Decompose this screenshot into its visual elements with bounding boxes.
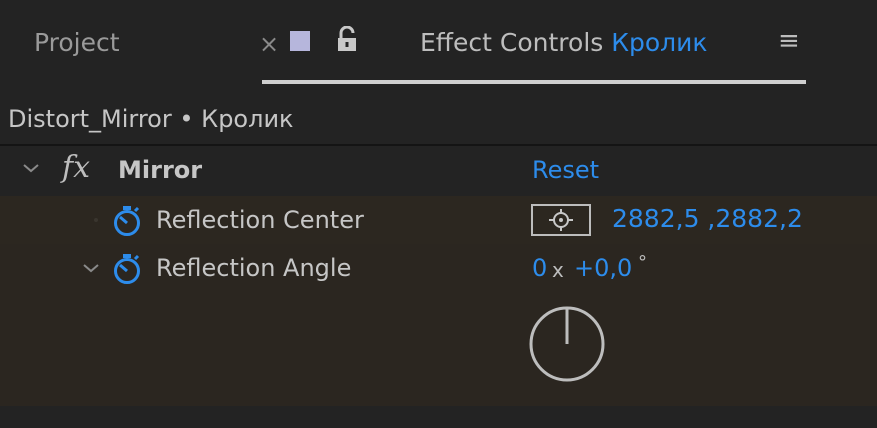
lock-icon[interactable] [336,26,358,52]
property-label: Reflection Center [156,206,364,234]
tab-project[interactable]: Project [34,28,120,57]
panel-footer [0,406,877,428]
comp-layer-breadcrumb: Distort_Mirror • Кролик [0,96,877,144]
angle-revolutions-value[interactable]: 0 [532,254,547,282]
angle-dial-icon[interactable] [527,304,607,384]
tab-bar: Project × Effect Controls Кролик ≡ [0,0,877,96]
property-row-reflection-angle: Reflection Angle 0 x +0,0 ° [0,244,877,292]
tab-effect-controls-label: Effect Controls [420,28,604,57]
chevron-down-icon[interactable] [22,162,40,174]
layer-color-swatch [290,31,310,51]
tab-layer-name: Кролик [611,28,708,57]
menu-icon[interactable]: ≡ [778,26,800,56]
angle-dial-area [0,292,877,406]
property-row-reflection-center: Reflection Center 2882,5 ,2882,2 [0,196,877,244]
reset-button[interactable]: Reset [532,156,599,184]
twirl-placeholder [94,218,98,222]
effect-name: Mirror [118,156,203,184]
active-tab-underline [262,80,806,84]
effect-controls-panel: Project × Effect Controls Кролик ≡ Disto… [0,0,877,428]
tab-effect-controls[interactable]: Effect Controls Кролик [420,28,708,57]
close-tab-button[interactable]: × [259,30,279,58]
angle-x-separator: x [552,258,564,282]
fx-icon[interactable]: fx [62,150,90,185]
point-target-button[interactable] [531,204,591,236]
target-icon [549,209,573,231]
reflection-center-value[interactable]: 2882,5 ,2882,2 [612,204,803,233]
effect-header-row[interactable]: fx Mirror Reset [0,146,877,196]
stopwatch-icon[interactable] [112,205,142,237]
property-label: Reflection Angle [156,254,352,282]
stopwatch-icon[interactable] [112,253,142,285]
angle-unit: ° [638,252,647,273]
comp-layer-text: Distort_Mirror • Кролик [8,105,294,133]
chevron-down-icon[interactable] [82,262,100,274]
angle-degrees-value[interactable]: +0,0 [574,254,632,282]
